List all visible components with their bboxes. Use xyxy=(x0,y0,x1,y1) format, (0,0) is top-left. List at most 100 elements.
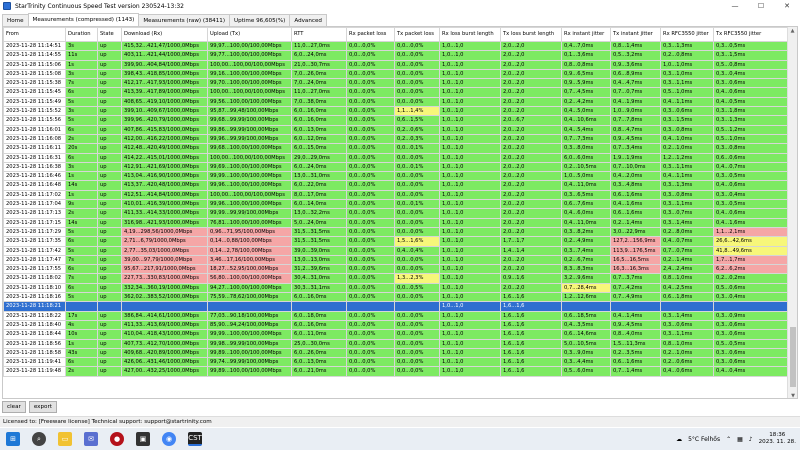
column-header[interactable]: RTT xyxy=(291,27,347,42)
weather-label[interactable]: 5°C Felhős xyxy=(688,436,720,443)
tab-uptime[interactable]: Uptime 96,605(%) xyxy=(229,14,291,26)
table-cell: 0,3...0,7ms xyxy=(660,208,714,219)
table-row[interactable]: 2023-11-28 11:14:55 11s up 403,11...421,44/… xyxy=(3,50,789,61)
scrollbar-thumb[interactable] xyxy=(790,327,796,387)
weather-icon[interactable]: ☁ xyxy=(676,436,682,443)
table-row[interactable]: 2023-11-28 11:18:22 17s up 386,84...414,61/… xyxy=(3,310,789,321)
column-header[interactable]: Rx instant jitter xyxy=(561,27,611,42)
table-cell: 6,0...12,0ms xyxy=(291,133,347,145)
table-row[interactable]: 2023-11-28 11:18:40 4s up 411,33...413,69/1… xyxy=(3,319,789,331)
table-row[interactable]: 2023-11-28 11:15:56 5s up 399,96...420,79/1… xyxy=(3,115,789,126)
table-row[interactable]: 2023-11-28 11:16:31 6s up 414,22...415,01/1… xyxy=(3,152,789,163)
column-header[interactable]: Download (Rx) xyxy=(121,27,208,42)
clock[interactable]: 18:36 2023. 11. 28. xyxy=(759,432,796,446)
table-cell: up xyxy=(97,59,122,70)
table-cell: 2,0...2,0 xyxy=(500,189,562,201)
table-row[interactable]: 2023-11-28 11:14:51 3s up 415,32...421,47/1… xyxy=(3,40,789,52)
table-row[interactable]: 2023-11-28 11:17:02 1s up 412,51...414,84/1… xyxy=(3,189,789,201)
table-row[interactable]: 2023-11-28 11:17:55 6s up 95,67...217,91/10… xyxy=(3,264,789,275)
tab-home[interactable]: Home xyxy=(2,14,29,26)
mail-icon[interactable]: ✉ xyxy=(84,432,98,446)
table-row[interactable]: 2023-11-28 11:17:29 5s up 4,19...298,56/100… xyxy=(3,226,789,238)
table-row[interactable]: 2023-11-28 11:18:44 10s up 410,04...418,43/… xyxy=(3,329,789,340)
column-header[interactable]: Rx RFC3550 jitter xyxy=(660,27,714,42)
table-row[interactable]: 2023-11-28 11:15:06 1s up 399,90...404,84/1… xyxy=(3,59,789,70)
table-row[interactable]: 2023-11-28 11:16:38 3s up 412,91...421,69/1… xyxy=(3,161,789,173)
table-cell: 99,89...100,00/100,00Mbps xyxy=(207,347,292,359)
table-cell: 2023-11-28 11:18:44 xyxy=(3,329,66,340)
table-cell: 6s xyxy=(65,87,98,98)
table-row[interactable]: 2023-11-28 11:19:48 2s up 427,00...432,25/1… xyxy=(3,366,789,377)
table-row[interactable]: 2023-11-28 11:16:46 1s up 413,04...416,90/1… xyxy=(3,171,789,182)
column-header[interactable]: Rx packet loss xyxy=(346,27,395,42)
column-header[interactable]: Rx loss burst length xyxy=(439,27,501,42)
minimize-button[interactable]: — xyxy=(722,0,748,12)
table-row[interactable]: 2023-11-28 11:16:08 2s up 412,00...416,22/1… xyxy=(3,133,789,145)
clear-button[interactable]: clear xyxy=(2,401,26,413)
measurements-grid[interactable]: From Duration State Download (Rx) Upload (Tx… xyxy=(3,27,789,398)
table-row[interactable]: 2023-11-28 11:18:21 1,0...1,0 1,6...1,6 xyxy=(3,301,789,312)
column-header[interactable]: Tx loss burst length xyxy=(500,27,562,42)
chrome-icon[interactable]: ◉ xyxy=(162,432,176,446)
table-cell: 0,0...0,0% xyxy=(346,357,395,368)
table-row[interactable]: 2023-11-28 11:15:45 6s up 413,39...417,89/1… xyxy=(3,87,789,98)
table-row[interactable]: 2023-11-28 11:15:52 3s up 399,10...409,67/1… xyxy=(3,106,789,117)
table-cell: 0,3...0,6ms xyxy=(713,347,789,359)
table-cell: 100,00...100,00/100,00Mbps xyxy=(207,152,292,163)
table-row[interactable]: 2023-11-28 11:17:42 5s up 2,77...35,03/1000… xyxy=(3,245,789,256)
table-row[interactable]: 2023-11-28 11:18:10 6s up 332,34...360,19/1… xyxy=(3,282,789,294)
vertical-scrollbar[interactable]: ▲ ▼ xyxy=(787,27,797,398)
column-header[interactable]: Tx instant jitter xyxy=(610,27,661,42)
column-header[interactable]: Tx packet loss xyxy=(394,27,440,42)
table-cell: 0,3...6,5ms xyxy=(561,189,611,201)
recorder-icon[interactable]: ● xyxy=(110,432,124,446)
table-row[interactable]: 2023-11-28 11:17:35 6s up 2,71...6,79/1000,… xyxy=(3,236,789,247)
table-cell: 1,0...1,0 xyxy=(439,301,501,312)
table-row[interactable]: 2023-11-28 11:17:04 9s up 410,01...416,39/1… xyxy=(3,199,789,210)
maximize-button[interactable]: ☐ xyxy=(748,0,774,12)
column-header[interactable]: Upload (Tx) xyxy=(207,27,292,42)
column-header[interactable]: From xyxy=(3,27,66,42)
table-cell: 11,0...27,0ms xyxy=(291,40,347,52)
table-row[interactable]: 2023-11-28 11:17:15 14s up 316,98...421,93/… xyxy=(3,217,789,228)
table-row[interactable]: 2023-11-28 11:16:48 14s up 413,37...420,48/… xyxy=(3,180,789,191)
table-row[interactable]: 2023-11-28 11:16:01 6s up 407,86...415,83/1… xyxy=(3,124,789,135)
column-header[interactable]: Tx RFC3550 jitter xyxy=(713,27,789,42)
table-cell: 1,0...1,0 xyxy=(439,217,501,228)
scroll-up-icon[interactable]: ▲ xyxy=(788,27,797,35)
table-row[interactable]: 2023-11-28 11:18:56 1s up 407,73...412,70/1… xyxy=(3,338,789,349)
table-row[interactable]: 2023-11-28 11:18:58 43s up 409,68...420,89/… xyxy=(3,347,789,359)
network-icon[interactable]: ▦ xyxy=(737,436,743,443)
export-button[interactable]: export xyxy=(28,401,57,413)
tab-measurements-compressed[interactable]: Measurements (compressed) (1143) xyxy=(27,13,140,26)
column-header[interactable]: Duration xyxy=(65,27,98,42)
terminal-icon[interactable]: ▣ xyxy=(136,432,150,446)
table-cell: 0,2...1,4ms xyxy=(660,254,714,266)
windows-start-icon[interactable]: ⊞ xyxy=(6,432,20,446)
table-row[interactable]: 2023-11-28 11:18:16 5s up 362,02...383,52/1… xyxy=(3,291,789,303)
table-cell: 1,7...1,7ms xyxy=(713,254,789,266)
table-cell: 413,37...420,48/1000,0Mbps xyxy=(121,180,208,191)
table-row[interactable]: 2023-11-28 11:15:38 7s up 412,17...417,93/1… xyxy=(3,78,789,89)
table-cell: 407,86...415,83/1000,0Mbps xyxy=(121,124,208,135)
table-row[interactable]: 2023-11-28 11:15:08 3s up 398,43...418,85/1… xyxy=(3,68,789,80)
scroll-down-icon[interactable]: ▼ xyxy=(788,392,797,398)
table-cell: 386,84...414,61/1000,0Mbps xyxy=(121,310,208,321)
file-explorer-icon[interactable]: ▭ xyxy=(58,432,72,446)
table-row[interactable]: 2023-11-28 11:19:41 6s up 426,06...431,46/1… xyxy=(3,357,789,368)
table-row[interactable]: 2023-11-28 11:16:11 20s up 412,48...420,49/… xyxy=(3,143,789,154)
tray-chevron-icon[interactable]: ⌃ xyxy=(726,436,731,443)
table-row[interactable]: 2023-11-28 11:17:13 2s up 411,33...414,33/1… xyxy=(3,208,789,219)
table-row[interactable]: 2023-11-28 11:17:47 7s up 39,00...97,79/100… xyxy=(3,254,789,266)
table-cell: 1s xyxy=(65,171,98,182)
tab-measurements-raw[interactable]: Measurements (raw) (38411) xyxy=(138,14,231,26)
close-button[interactable]: ✕ xyxy=(774,0,800,12)
tab-advanced[interactable]: Advanced xyxy=(289,14,327,26)
volume-icon[interactable]: ♪ xyxy=(749,436,753,443)
table-cell: 2023-11-28 11:16:31 xyxy=(3,152,66,163)
search-icon[interactable]: ⌕ xyxy=(32,432,46,446)
column-header[interactable]: State xyxy=(97,27,122,42)
speedtest-taskbar-icon[interactable]: CST xyxy=(188,432,202,446)
table-row[interactable]: 2023-11-28 11:15:49 5s up 408,65...419,10/1… xyxy=(3,96,789,108)
table-row[interactable]: 2023-11-28 11:18:02 7s up 227,73...330,83/1… xyxy=(3,273,789,284)
